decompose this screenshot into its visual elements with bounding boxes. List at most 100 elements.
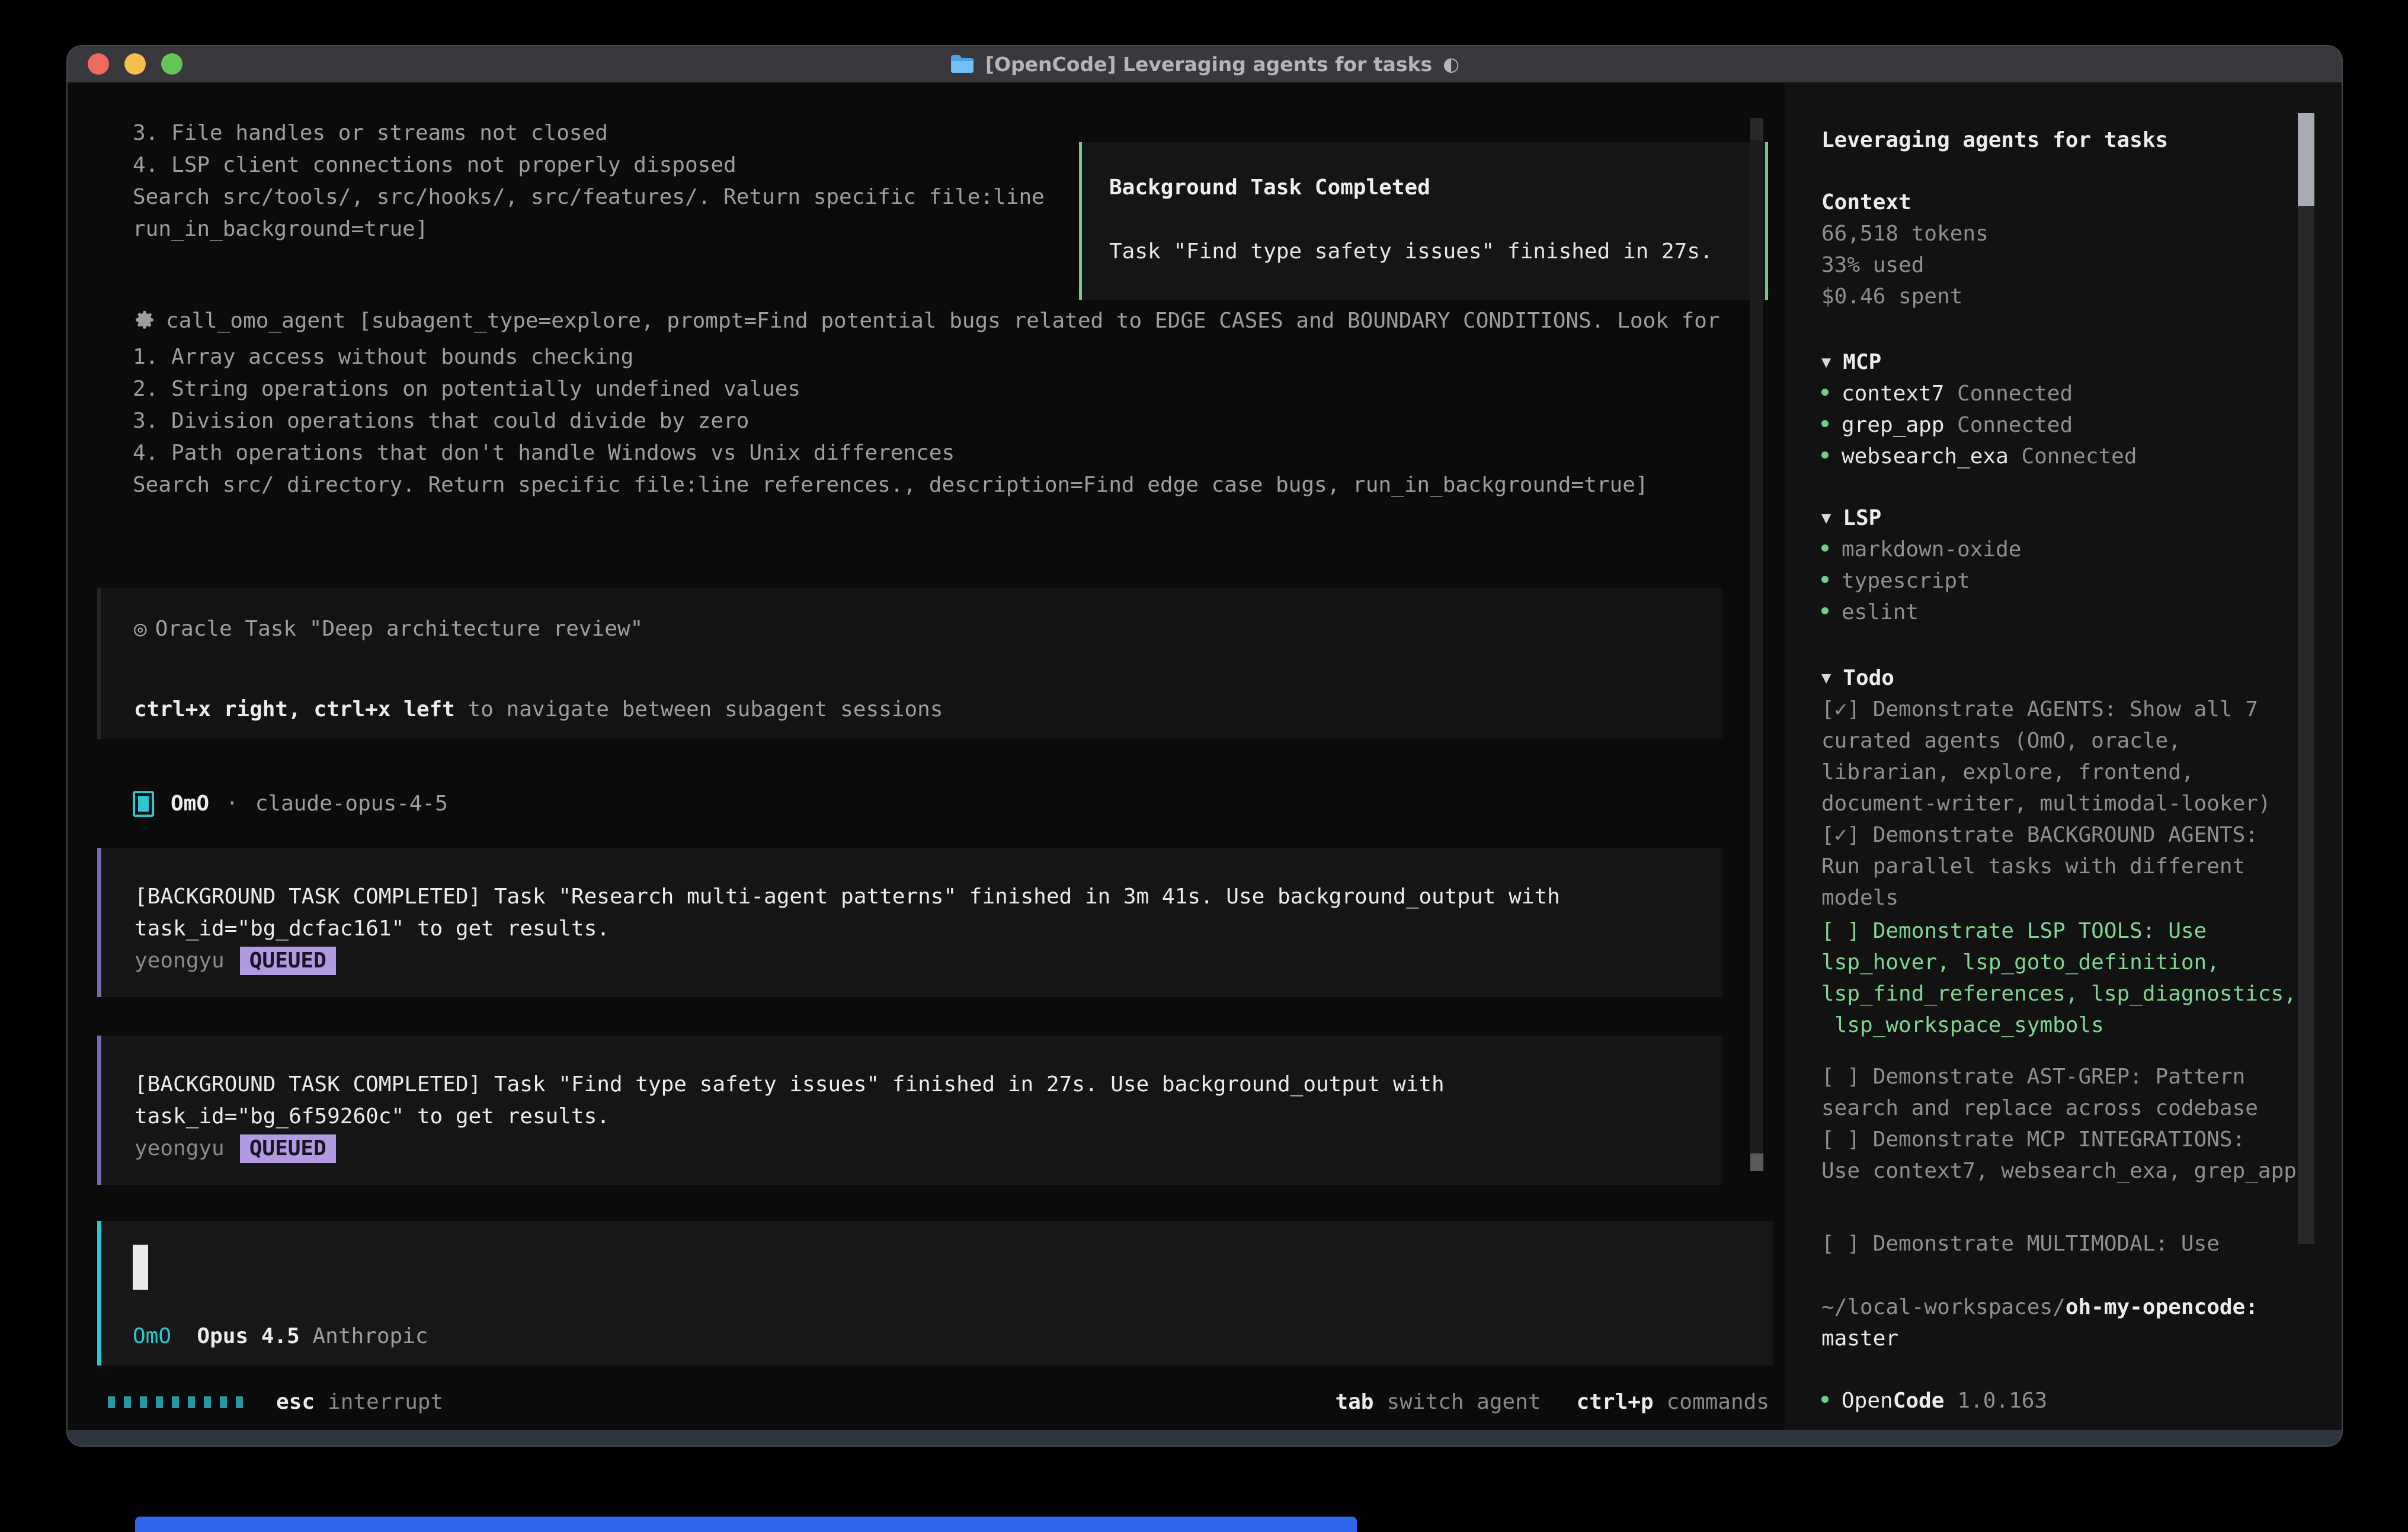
context-tokens: 66,518 tokens (1821, 218, 2323, 249)
oracle-icon: ◎ (134, 617, 147, 641)
status-dot-icon (1821, 1396, 1829, 1403)
folder-icon (950, 54, 975, 74)
lsp-item-name: typescript (1842, 569, 1970, 593)
window-titlebar: [OpenCode] Leveraging agents for tasks ◐ (68, 46, 2342, 83)
status-badge: QUEUED (240, 1134, 336, 1163)
status-badge: QUEUED (240, 947, 336, 975)
mcp-item-name: grep_app (1842, 413, 1944, 437)
hint-keys: ctrl+x right, ctrl+x left (134, 697, 455, 722)
bullet-icon (1821, 607, 1829, 614)
mcp-item: websearch_exa Connected (1821, 441, 2323, 472)
background-task-card: [BACKGROUND TASK COMPLETED] Task "Resear… (97, 848, 1722, 997)
lsp-section-header[interactable]: ▼ LSP (1821, 502, 2323, 534)
chat-scrollbar-top-segment[interactable] (1750, 118, 1763, 140)
task-author: yeongyu (135, 1133, 225, 1165)
lsp-item-name: eslint (1842, 600, 1919, 624)
input-provider-name: Anthropic (312, 1324, 428, 1348)
hint-text: to navigate between subagent sessions (455, 697, 943, 722)
chat-scrollbar-track[interactable] (1750, 118, 1763, 1170)
workspace-repo: oh-my-opencode: (2066, 1295, 2258, 1319)
spinner-dot (108, 1396, 115, 1408)
prompt-input[interactable]: OmO Opus 4.5 Anthropic (97, 1221, 1773, 1366)
close-button[interactable] (88, 53, 109, 75)
spinner-dot (124, 1396, 131, 1408)
task-message-line: task_id="bg_dcfac161" to get results. (135, 913, 1689, 945)
tool-call-line: 1. Array access without bounds checking (133, 341, 1720, 373)
bullet-icon (1821, 451, 1829, 459)
task-meta-row: yeongyu QUEUED (135, 1133, 1689, 1165)
message-line: run_in_background=true] (133, 213, 1045, 245)
session-sidebar: Leveraging agents for tasks Context 66,5… (1785, 83, 2342, 1430)
subagent-nav-hint: ctrl+x right, ctrl+x left to navigate be… (134, 694, 1689, 726)
esc-action-label: interrupt (328, 1386, 443, 1418)
chevron-down-icon: ▼ (1821, 669, 1831, 687)
task-author: yeongyu (135, 945, 225, 977)
agent-checkbox-icon (133, 791, 154, 817)
todo-item: [✓] Demonstrate AGENTS: Show all 7 curat… (1821, 694, 2323, 819)
todo-item: [ ] Demonstrate LSP TOOLS: Use lsp_hover… (1821, 915, 2323, 1041)
background-task-notification: Background Task Completed Task "Find typ… (1079, 142, 1768, 300)
todo-section-header[interactable]: ▼ Todo (1821, 662, 2323, 694)
tool-call-line: 2. String operations on potentially unde… (133, 373, 1720, 405)
mcp-item-name: context7 (1842, 382, 1944, 406)
message-line: Search src/tools/, src/hooks/, src/featu… (133, 181, 1045, 213)
todo-item: [ ] Demonstrate AST-GREP: Pattern search… (1821, 1061, 2323, 1124)
message-line: 3. File handles or streams not closed (133, 117, 1045, 149)
task-message-line: [BACKGROUND TASK COMPLETED] Task "Resear… (135, 881, 1689, 913)
chevron-down-icon: ▼ (1821, 353, 1831, 371)
tool-call-text: call_omo_agent [subagent_type=explore, p… (166, 309, 1720, 333)
bullet-icon (1821, 544, 1829, 552)
maximize-button[interactable] (161, 53, 182, 75)
sidebar-scrollbar-thumb[interactable] (2298, 113, 2314, 206)
sidebar-scrollbar-track[interactable] (2298, 113, 2314, 1244)
todo-item: [ ] Demonstrate MCP INTEGRATIONS: Use co… (1821, 1124, 2323, 1187)
chat-scrollbar-thumb[interactable] (1750, 1153, 1763, 1171)
background-window-strip[interactable] (135, 1517, 1357, 1532)
todo-item: [ ] Demonstrate MULTIMODAL: Use (1821, 1228, 2323, 1259)
oracle-task-title-line: ◎ Oracle Task "Deep architecture review" (134, 613, 1689, 645)
chevron-down-icon: ▼ (1821, 509, 1831, 527)
workspace-path-prefix: ~/local-workspaces/ (1821, 1295, 2066, 1319)
task-message-line: task_id="bg_6f59260c" to get results. (135, 1101, 1689, 1133)
gear-icon (133, 308, 156, 341)
oracle-task-card[interactable]: ◎Oracle Task "Deep architecture review" … (97, 588, 1722, 739)
lsp-heading: LSP (1843, 506, 1881, 530)
model-selector-row[interactable]: OmO Opus 4.5 Anthropic (133, 1321, 428, 1352)
mcp-section-header[interactable]: ▼MCP (1821, 347, 2323, 378)
window-title-group: [OpenCode] Leveraging agents for tasks ◐ (950, 53, 1459, 76)
task-message-line: [BACKGROUND TASK COMPLETED] Task "Find t… (135, 1069, 1689, 1101)
ctrlp-keycap[interactable]: ctrl+p (1577, 1386, 1654, 1418)
esc-keycap[interactable]: esc (276, 1386, 315, 1418)
task-meta-row: yeongyu QUEUED (135, 945, 1689, 977)
todo-item: [✓] Demonstrate BACKGROUND AGENTS: Run p… (1821, 819, 2323, 914)
spinner-dot (172, 1396, 179, 1408)
tool-call-line: call_omo_agent [subagent_type=explore, p… (133, 305, 1720, 341)
bullet-icon (1821, 576, 1829, 583)
message-line: 4. LSP client connections not properly d… (133, 149, 1045, 181)
opencode-window: [OpenCode] Leveraging agents for tasks ◐… (66, 45, 2343, 1447)
app-version: 1.0.163 (1957, 1389, 2047, 1413)
mcp-item-status: Connected (2021, 444, 2137, 469)
context-spent: $0.46 spent (1821, 281, 2323, 312)
chat-pane[interactable]: 3. File handles or streams not closed 4.… (68, 83, 1785, 1430)
working-spinner (108, 1396, 243, 1408)
agent-name: OmO (171, 788, 209, 820)
bullet-icon (1821, 420, 1829, 427)
minimize-button[interactable] (124, 53, 146, 75)
lsp-item: eslint (1821, 597, 2323, 628)
desktop: [OpenCode] Leveraging agents for tasks ◐… (0, 0, 2408, 1532)
tab-keycap[interactable]: tab (1335, 1386, 1373, 1418)
spinner-dot (140, 1396, 147, 1408)
lsp-item: markdown-oxide (1821, 534, 2323, 565)
mcp-item-name: websearch_exa (1842, 444, 2009, 469)
spinner-dot (220, 1396, 227, 1408)
traffic-lights (88, 46, 182, 82)
oracle-task-title: Oracle Task "Deep architecture review" (155, 617, 643, 641)
context-used: 33% used (1821, 249, 2323, 281)
workspace-path: ~/local-workspaces/oh-my-opencode: (1821, 1291, 2323, 1323)
todo-heading: Todo (1843, 666, 1894, 690)
tab-action-label: switch agent (1386, 1386, 1541, 1418)
mcp-item: grep_app Connected (1821, 409, 2323, 441)
spinner-dot (204, 1396, 211, 1408)
window-bottom-bar (68, 1430, 2342, 1446)
